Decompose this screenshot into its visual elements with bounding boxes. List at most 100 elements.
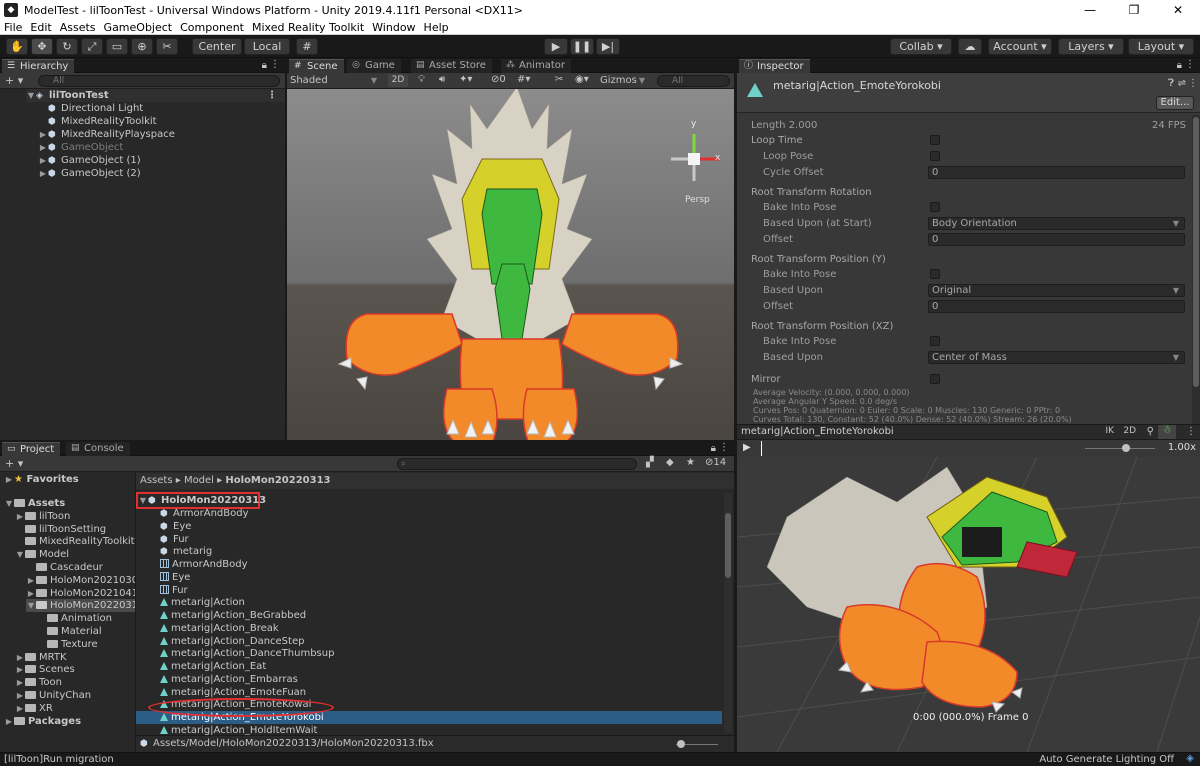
custom-tool-icon[interactable]: ✂	[156, 38, 178, 55]
folder-tree-item[interactable]: ▼ Assets	[4, 497, 65, 510]
minimize-button[interactable]: —	[1068, 0, 1112, 20]
folder-tree-item[interactable]: ▶ MRTK	[15, 651, 67, 664]
folder-tree-item[interactable]: Material	[37, 625, 102, 638]
folder-tree-item[interactable]: ▼ HoloMon2022031	[26, 599, 135, 613]
folder-tree-item[interactable]: MixedRealityToolkit.	[15, 535, 135, 548]
folder-tree-item[interactable]: Animation	[37, 612, 112, 625]
menu-edit[interactable]: Edit	[26, 21, 55, 34]
scene-menu-icon[interactable]: ⋮	[267, 89, 277, 102]
layers-dropdown[interactable]: Layers ▾	[1058, 38, 1124, 55]
project-search-input[interactable]: ⌕	[397, 458, 637, 470]
move-tool-icon[interactable]: ✥	[31, 38, 53, 55]
scene-search-input[interactable]: All	[657, 75, 730, 87]
pause-button[interactable]: ❚❚	[570, 38, 594, 55]
more-icon[interactable]: ⋮	[719, 442, 729, 453]
asset-item[interactable]: Fur	[160, 584, 722, 597]
menu-mrtk[interactable]: Mixed Reality Toolkit	[248, 21, 368, 34]
pivot-icon[interactable]: ⚲	[1147, 426, 1154, 437]
persp-label[interactable]: Persp	[685, 195, 710, 205]
ik-toggle[interactable]: IK	[1105, 426, 1114, 436]
settings-icon[interactable]: ⋮	[1188, 78, 1198, 89]
speed-slider-handle[interactable]	[1122, 444, 1130, 452]
more-icon[interactable]: ⋮	[1185, 59, 1195, 70]
scrollbar-thumb[interactable]	[1193, 117, 1199, 387]
cloud-icon[interactable]: ☁	[958, 38, 982, 55]
menu-help[interactable]: Help	[420, 21, 453, 34]
scrollbar-thumb[interactable]	[725, 513, 731, 578]
folder-tree-item[interactable]: ▶ UnityChan	[15, 689, 91, 702]
collab-button[interactable]: Collab ▾	[890, 38, 952, 55]
folder-tree-item[interactable]: ▶ Scenes	[15, 663, 75, 676]
more-icon[interactable]: ⋮	[270, 59, 280, 70]
rect-tool-icon[interactable]: ▭	[106, 38, 128, 55]
tab-asset-store[interactable]: ▤ Asset Store	[411, 59, 492, 73]
step-button[interactable]: ▶|	[596, 38, 620, 55]
expand-arrow-icon[interactable]: ▶	[38, 154, 48, 167]
folder-tree-item[interactable]: lilToonSetting	[15, 523, 106, 536]
menu-component[interactable]: Component	[176, 21, 248, 34]
expand-arrow-icon[interactable]: ▶	[26, 574, 36, 587]
hierarchy-item[interactable]: ⬢ MixedRealityToolkit	[38, 115, 157, 128]
lighting-icon[interactable]: 💡︎	[418, 74, 425, 85]
favorite-star-icon[interactable]: ★	[686, 457, 695, 468]
asset-item[interactable]: metarig|Action_Embarras	[160, 673, 722, 686]
gizmos-dropdown[interactable]: Gizmos ▼	[600, 74, 650, 87]
menu-window[interactable]: Window	[368, 21, 419, 34]
asset-item[interactable]: metarig|Action_EmoteFuan	[160, 686, 722, 699]
asset-item[interactable]: ⬢ Eye	[160, 520, 722, 533]
status-message[interactable]: [lilToon]Run migration	[4, 754, 114, 765]
grid-snap-icon[interactable]: #	[296, 38, 318, 55]
audio-icon[interactable]: 🔊︎	[439, 74, 445, 85]
menu-gameobject[interactable]: GameObject	[100, 21, 177, 34]
rot-bake-checkbox[interactable]	[930, 202, 940, 212]
expand-arrow-icon[interactable]: ▶	[15, 651, 25, 664]
loop-time-checkbox[interactable]	[930, 135, 940, 145]
maximize-button[interactable]: ❐	[1112, 0, 1156, 20]
asset-item[interactable]: metarig|Action_BeGrabbed	[160, 609, 722, 622]
hierarchy-item[interactable]: ⬢ Directional Light	[38, 102, 143, 115]
breadcrumb-current[interactable]: HoloMon20220313	[225, 475, 330, 486]
asset-scrollbar[interactable]	[724, 493, 732, 733]
asset-item[interactable]: metarig|Action_DanceStep	[160, 635, 722, 648]
expand-arrow-icon[interactable]: ▼	[15, 548, 25, 561]
lighting-progress-icon[interactable]: ◈	[1186, 753, 1194, 764]
lock-icon[interactable]: 🔒︎	[262, 60, 267, 71]
lock-icon[interactable]: 🔒︎	[711, 443, 716, 454]
expand-arrow-icon[interactable]: ▼	[138, 494, 148, 507]
rotate-tool-icon[interactable]: ↻	[56, 38, 78, 55]
create-button[interactable]: + ▾	[5, 74, 23, 87]
account-dropdown[interactable]: Account ▾	[988, 38, 1052, 55]
pivot-center-button[interactable]: Center	[192, 38, 242, 55]
hierarchy-search-input[interactable]: All	[38, 75, 280, 87]
expand-arrow-icon[interactable]: ▶	[38, 167, 48, 180]
asset-item[interactable]: metarig|Action_DanceThumbsup	[160, 647, 722, 660]
scene-viewport[interactable]: y x Persp	[287, 89, 734, 440]
asset-item[interactable]: metarig|Action	[160, 596, 722, 609]
filter-label-icon[interactable]: ◆	[666, 457, 674, 468]
scene-row[interactable]: ▼ ◈ lilToonTest ⋮	[26, 89, 285, 102]
grid-icon[interactable]: #▾	[517, 74, 530, 85]
create-asset-button[interactable]: + ▾	[5, 457, 23, 470]
avatar-icon[interactable]: ☃	[1158, 425, 1176, 439]
hidden-packages-icon[interactable]: ⊘14	[705, 457, 726, 468]
close-button[interactable]: ✕	[1156, 0, 1200, 20]
tools-icon[interactable]: ✂	[555, 74, 563, 85]
preview-menu-icon[interactable]: ⋮	[1186, 426, 1196, 437]
preview-play-button[interactable]: ▶	[743, 442, 751, 453]
help-icon[interactable]: ❓︎	[1168, 78, 1174, 89]
tab-game[interactable]: ◎ Game	[347, 59, 401, 73]
edit-button[interactable]: Edit...	[1156, 96, 1194, 110]
lighting-status[interactable]: Auto Generate Lighting Off	[1039, 754, 1174, 765]
folder-tree-item[interactable]: ▶ lilToon	[15, 510, 70, 523]
expand-arrow-icon[interactable]: ▶	[4, 473, 14, 486]
transform-tool-icon[interactable]: ⊕	[131, 38, 153, 55]
folder-tree-item[interactable]: ▶ Packages	[4, 715, 81, 728]
loop-pose-checkbox[interactable]	[930, 151, 940, 161]
asset-item[interactable]: ArmorAndBody	[160, 558, 722, 571]
posxz-based-dropdown[interactable]: Center of Mass ▼	[928, 351, 1185, 364]
folder-tree-item[interactable]: ▼ Model	[15, 548, 69, 561]
pivot-local-button[interactable]: Local	[244, 38, 290, 55]
posy-offset-field[interactable]: 0	[928, 300, 1185, 313]
asset-item[interactable]: ⬢ ArmorAndBody	[160, 507, 722, 520]
asset-item[interactable]: ⬢ Fur	[160, 533, 722, 546]
